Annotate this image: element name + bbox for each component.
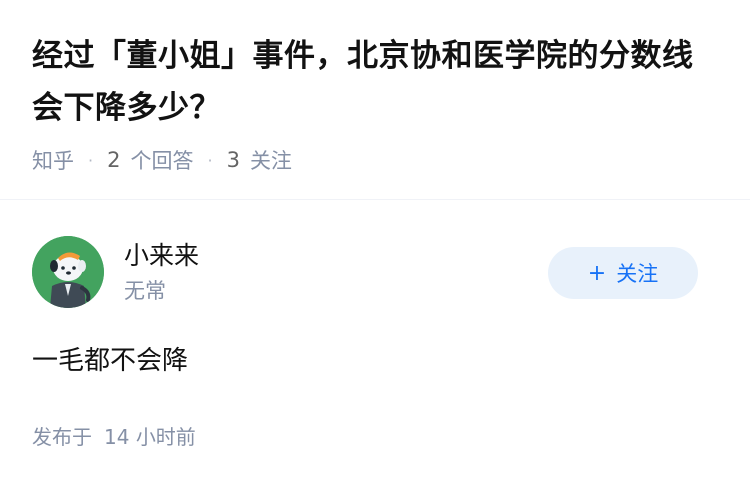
follow-button-label: 关注 <box>616 262 659 286</box>
follow-button[interactable]: + 关注 <box>548 247 698 299</box>
author-name[interactable]: 小来来 <box>124 238 199 274</box>
question-header: 经过「董小姐」事件，北京协和医学院的分数线会下降多少？ <box>32 30 722 134</box>
answer-count-label[interactable]: 个回答 <box>130 145 193 175</box>
publish-unit: 小时前 <box>135 425 196 449</box>
cartoon-character-avatar-icon[interactable] <box>32 236 104 308</box>
answer-publish-time: 发布于 14 小时前 <box>32 421 196 453</box>
source-label[interactable]: 知乎 <box>32 145 74 175</box>
publish-value: 14 <box>104 425 130 449</box>
follower-count-label[interactable]: 关注 <box>250 145 292 175</box>
plus-icon: + <box>587 260 607 286</box>
author-bio: 无常 <box>124 279 166 303</box>
answer-content[interactable]: 一毛都不会降 <box>32 341 188 381</box>
avatar-illustration <box>32 236 104 308</box>
publish-label: 发布于 <box>32 425 92 449</box>
meta-separator: · <box>207 150 213 170</box>
section-divider <box>0 199 750 200</box>
follower-count: 3 <box>226 148 240 172</box>
meta-separator: · <box>88 150 94 170</box>
question-title[interactable]: 经过「董小姐」事件，北京协和医学院的分数线会下降多少？ <box>32 30 722 134</box>
question-meta: 知乎 · 2 个回答 · 3 关注 <box>32 142 292 178</box>
answer-author: 小来来 无常 + 关注 <box>32 236 722 312</box>
answer-count: 2 <box>107 148 121 172</box>
